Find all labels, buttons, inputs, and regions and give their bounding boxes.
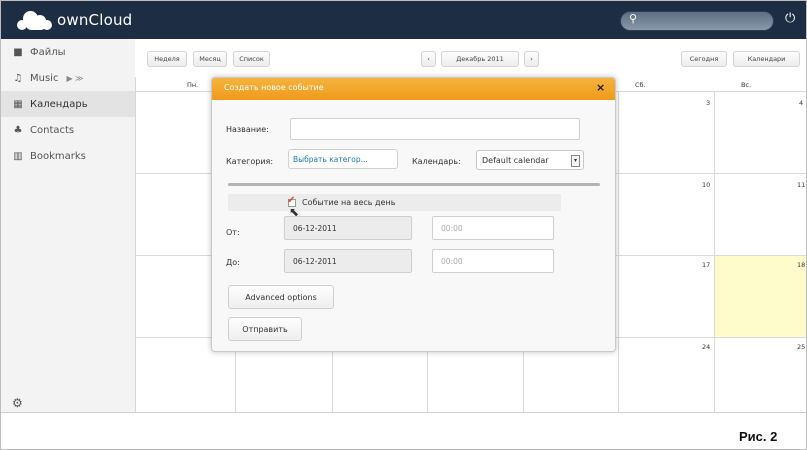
allday-label: Событие на весь день xyxy=(302,198,396,207)
music-play-controls[interactable]: ▶ ≫ xyxy=(66,74,83,83)
search-icon: ⚲ xyxy=(629,12,638,25)
list-view-button[interactable]: Список xyxy=(233,51,270,67)
screenshot-frame: ownCloud ⚲ ⏻ ■ Файлы ♫ Music ▶ ≫ ▦ Кален… xyxy=(0,0,807,450)
from-label: От: xyxy=(226,228,240,237)
week-view-button[interactable]: Неделя xyxy=(147,51,187,67)
settings-gear-icon[interactable]: ⚙ xyxy=(12,396,23,410)
sidebar-item-calendar[interactable]: ▦ Календарь xyxy=(1,91,135,117)
owncloud-logo[interactable]: ownCloud xyxy=(15,7,132,33)
close-icon[interactable]: × xyxy=(596,81,605,94)
from-date-input[interactable]: 06-12-2011 xyxy=(284,216,412,240)
prev-period-button[interactable]: ‹ xyxy=(421,51,436,67)
sidebar-item-label: Файлы xyxy=(30,46,66,58)
contacts-icon: ♣ xyxy=(13,124,23,136)
category-label: Категория: xyxy=(226,157,274,166)
day-number: 17 xyxy=(702,261,711,269)
column-header-sat: Сб. xyxy=(635,81,646,89)
to-date-input[interactable]: 06-12-2011 xyxy=(284,249,412,273)
to-time-input[interactable]: 00:00 xyxy=(432,249,554,273)
new-event-dialog: Создать новое событие × Название: Катего… xyxy=(211,77,616,352)
bookmarks-icon: ▥ xyxy=(13,150,23,162)
cloud-logo-icon xyxy=(15,8,55,32)
grid-line xyxy=(618,91,619,413)
title-label: Название: xyxy=(226,125,269,134)
sidebar-item-music[interactable]: ♫ Music ▶ ≫ xyxy=(1,65,135,91)
calendar-toolbar: Неделя Месяц Список ‹ Декабрь 2011 › Сег… xyxy=(135,39,806,77)
month-view-button[interactable]: Месяц xyxy=(193,51,227,67)
day-number: 3 xyxy=(706,99,711,107)
to-label: До: xyxy=(226,258,240,267)
day-number: 10 xyxy=(702,181,711,189)
logo-text: ownCloud xyxy=(57,11,133,29)
column-header-mon: Пн. xyxy=(187,81,199,89)
choose-category-button[interactable]: Выбрать категор... xyxy=(288,149,398,169)
sidebar-item-files[interactable]: ■ Файлы xyxy=(1,39,135,65)
from-time-input[interactable]: 00:00 xyxy=(432,216,554,240)
calendar-label: Календарь: xyxy=(412,157,461,166)
music-icon: ♫ xyxy=(13,72,23,84)
day-number: 4 xyxy=(799,99,804,107)
sidebar-item-contacts[interactable]: ♣ Contacts xyxy=(1,117,135,143)
calendar-select-value: Default calendar xyxy=(482,155,549,165)
next-period-button[interactable]: › xyxy=(524,51,539,67)
sidebar-item-label: Bookmarks xyxy=(30,150,86,162)
folder-icon: ■ xyxy=(13,46,23,58)
today-cell-highlight xyxy=(714,255,806,337)
logout-power-icon[interactable]: ⏻ xyxy=(785,11,795,26)
day-number: 24 xyxy=(702,343,711,351)
calendar-icon: ▦ xyxy=(13,98,23,110)
sidebar-item-label: Календарь xyxy=(30,98,88,110)
sidebar-item-label: Music xyxy=(30,72,59,84)
calendar-select[interactable]: Default calendar ▾ xyxy=(476,150,584,170)
event-title-input[interactable] xyxy=(290,118,580,140)
today-button[interactable]: Сегодня xyxy=(681,51,727,67)
grid-line xyxy=(714,91,715,413)
sidebar-item-bookmarks[interactable]: ▥ Bookmarks xyxy=(1,143,135,169)
bottom-separator xyxy=(1,412,806,413)
day-number: 25 xyxy=(797,343,806,351)
advanced-options-button[interactable]: Advanced options xyxy=(228,285,334,309)
current-period-label: Декабрь 2011 xyxy=(441,51,519,67)
dialog-title-bar[interactable]: Создать новое событие × xyxy=(212,78,615,100)
submit-button[interactable]: Отправить xyxy=(228,317,302,341)
figure-caption: Рис. 2 xyxy=(739,429,778,444)
search-input[interactable] xyxy=(620,11,774,31)
column-header-sun: Вс. xyxy=(741,81,752,89)
day-number: 18 xyxy=(797,261,806,269)
sidebar: ■ Файлы ♫ Music ▶ ≫ ▦ Календарь ♣ Contac… xyxy=(1,39,136,413)
calendars-button[interactable]: Календари xyxy=(733,51,800,67)
top-bar: ownCloud ⚲ ⏻ xyxy=(1,1,806,39)
sidebar-item-label: Contacts xyxy=(30,124,75,136)
day-number: 11 xyxy=(797,181,806,189)
dialog-divider xyxy=(228,183,600,186)
chevron-down-icon: ▾ xyxy=(571,155,580,167)
dialog-title: Создать новое событие xyxy=(224,83,324,92)
